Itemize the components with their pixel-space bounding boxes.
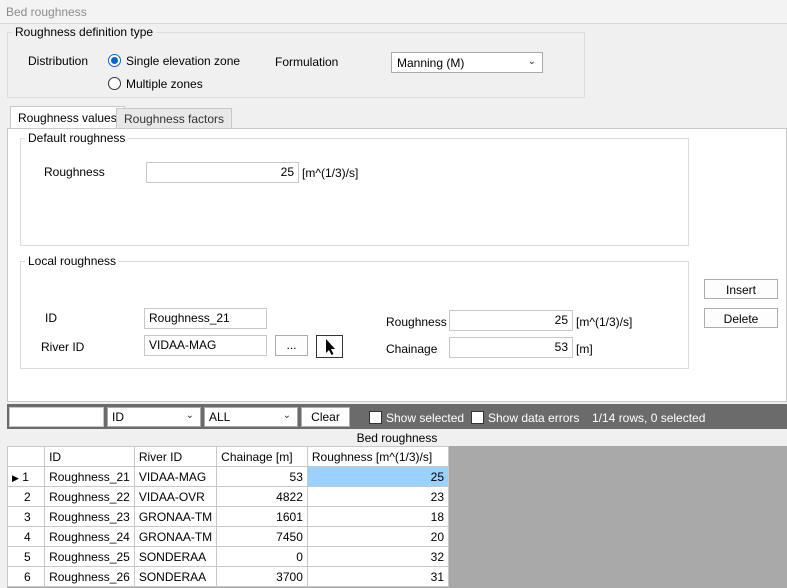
default-roughness-input[interactable]: 25 — [146, 162, 299, 183]
cell-roughness[interactable]: 25 — [306, 466, 450, 487]
formulation-select[interactable]: Manning (M) ⌄ — [391, 52, 543, 73]
cell-roughness[interactable]: 32 — [306, 546, 450, 567]
cell-river-id[interactable]: GRONAA-TM — [133, 526, 218, 547]
filter-scope-value: ALL — [209, 410, 231, 424]
row-number: 5 — [24, 549, 31, 564]
cell-roughness[interactable]: 20 — [306, 526, 450, 547]
row-number: 1 — [22, 469, 29, 484]
show-errors-checkbox[interactable] — [471, 411, 484, 424]
cell-chainage[interactable]: 53 — [216, 466, 308, 487]
table-row[interactable]: ▶ 1 Roughness_21 VIDAA-MAG 53 25 — [6, 466, 450, 487]
default-roughness-unit: [m^(1/3)/s] — [302, 166, 359, 180]
row-header[interactable]: 4 — [6, 526, 46, 547]
distribution-label: Distribution — [28, 54, 89, 68]
row-number: 4 — [24, 529, 31, 544]
filter-column-select[interactable]: ID ⌄ — [107, 407, 201, 427]
row-number: 6 — [24, 569, 31, 584]
cursor-icon — [326, 339, 335, 355]
cell-chainage[interactable]: 1601 — [216, 506, 308, 527]
bed-roughness-table: ID River ID Chainage [m] Roughness [m^(1… — [6, 446, 450, 587]
local-roughness-input[interactable]: 25 — [449, 310, 573, 331]
definition-group-title: Roughness definition type — [12, 25, 157, 39]
table-row[interactable]: 2 Roughness_22 VIDAA-OVR 4822 23 — [6, 486, 450, 507]
header-roughness[interactable]: Roughness [m^(1/3)/s] — [306, 446, 450, 467]
row-header[interactable]: 5 — [6, 546, 46, 567]
formulation-value: Manning (M) — [397, 56, 465, 70]
row-header[interactable]: 2 — [6, 486, 46, 507]
radio-multiple-zones[interactable] — [108, 77, 121, 90]
chainage-input[interactable]: 53 — [449, 337, 573, 358]
cell-id[interactable]: Roughness_24 — [44, 526, 135, 547]
local-id-input[interactable]: Roughness_21 — [144, 308, 267, 329]
local-river-id-label: River ID — [41, 340, 85, 354]
cell-river-id[interactable]: GRONAA-TM — [133, 506, 218, 527]
row-header[interactable]: 6 — [6, 566, 46, 587]
formulation-label: Formulation — [275, 55, 339, 69]
header-chainage[interactable]: Chainage [m] — [216, 446, 308, 467]
tab-roughness-factors[interactable]: Roughness factors — [116, 108, 233, 128]
show-selected-checkbox[interactable] — [369, 411, 382, 424]
local-roughness-label: Roughness — [386, 315, 447, 329]
radio-single-elevation[interactable] — [108, 54, 121, 67]
cell-river-id[interactable]: SONDERAA — [133, 566, 218, 587]
default-roughness-title: Default roughness — [25, 131, 129, 145]
table-row[interactable]: 4 Roughness_24 GRONAA-TM 7450 20 — [6, 526, 450, 547]
show-selected-label[interactable]: Show selected — [386, 411, 464, 425]
cell-id[interactable]: Roughness_21 — [44, 466, 135, 487]
tab-roughness-values[interactable]: Roughness values — [10, 106, 125, 129]
table-row[interactable]: 3 Roughness_23 GRONAA-TM 1601 18 — [6, 506, 450, 527]
row-number: 2 — [24, 489, 31, 504]
header-id[interactable]: ID — [44, 446, 135, 467]
delete-button[interactable]: Delete — [704, 308, 778, 328]
filter-search-input[interactable] — [9, 407, 104, 427]
chevron-down-icon: ⌄ — [282, 410, 291, 421]
cell-chainage[interactable]: 0 — [216, 546, 308, 567]
cell-chainage[interactable]: 4822 — [216, 486, 308, 507]
row-header[interactable]: 3 — [6, 506, 46, 527]
table-row[interactable]: 6 Roughness_26 SONDERAA 3700 31 — [6, 566, 450, 587]
default-roughness-group — [20, 138, 689, 246]
cell-river-id[interactable]: VIDAA-OVR — [133, 486, 218, 507]
cell-id[interactable]: Roughness_25 — [44, 546, 135, 567]
radio-multiple-label[interactable]: Multiple zones — [126, 77, 203, 91]
row-status: 1/14 rows, 0 selected — [592, 411, 706, 425]
window-title: Bed roughness — [0, 0, 787, 24]
row-number: 3 — [24, 509, 31, 524]
cell-roughness[interactable]: 18 — [306, 506, 450, 527]
header-river-id[interactable]: River ID — [133, 446, 218, 467]
cell-chainage[interactable]: 7450 — [216, 526, 308, 547]
insert-button[interactable]: Insert — [704, 279, 778, 299]
chevron-down-icon: ⌄ — [185, 410, 194, 421]
chainage-label: Chainage — [386, 342, 438, 356]
clear-button[interactable]: Clear — [301, 407, 350, 427]
show-errors-label[interactable]: Show data errors — [488, 411, 579, 425]
filter-column-value: ID — [112, 410, 124, 424]
local-roughness-title: Local roughness — [25, 254, 120, 268]
current-row-arrow-icon: ▶ — [12, 472, 19, 483]
table-header-row: ID River ID Chainage [m] Roughness [m^(1… — [6, 446, 450, 467]
radio-single-label[interactable]: Single elevation zone — [126, 54, 240, 68]
chevron-down-icon: ⌄ — [527, 56, 536, 67]
cell-river-id[interactable]: VIDAA-MAG — [133, 466, 218, 487]
local-river-id-input[interactable]: VIDAA-MAG — [144, 335, 267, 356]
cell-id[interactable]: Roughness_23 — [44, 506, 135, 527]
row-header[interactable]: ▶ 1 — [6, 466, 46, 487]
pick-on-map-button[interactable] — [316, 335, 343, 358]
table-caption: Bed roughness — [7, 430, 787, 446]
cell-id[interactable]: Roughness_26 — [44, 566, 135, 587]
default-roughness-label: Roughness — [44, 165, 105, 179]
cell-id[interactable]: Roughness_22 — [44, 486, 135, 507]
local-id-label: ID — [45, 311, 57, 325]
cell-chainage[interactable]: 3700 — [216, 566, 308, 587]
local-roughness-unit: [m^(1/3)/s] — [576, 315, 633, 329]
cell-roughness[interactable]: 23 — [306, 486, 450, 507]
browse-river-button[interactable]: ... — [275, 335, 308, 356]
chainage-unit: [m] — [576, 342, 593, 356]
header-row-number — [6, 446, 46, 467]
table-row[interactable]: 5 Roughness_25 SONDERAA 0 32 — [6, 546, 450, 567]
filter-scope-select[interactable]: ALL ⌄ — [204, 407, 298, 427]
cell-river-id[interactable]: SONDERAA — [133, 546, 218, 567]
cell-roughness[interactable]: 31 — [306, 566, 450, 587]
